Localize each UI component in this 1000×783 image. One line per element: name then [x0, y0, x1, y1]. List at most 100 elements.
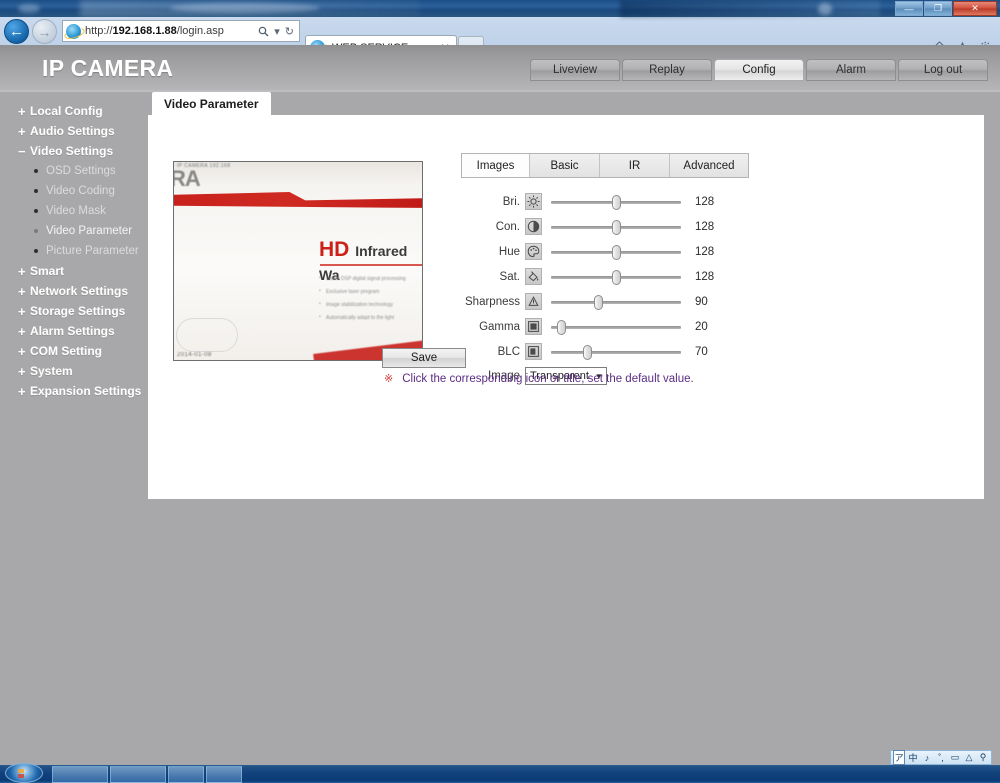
- start-button[interactable]: [5, 763, 43, 783]
- sidebar-group-network-settings[interactable]: + Network Settings: [0, 281, 146, 301]
- slider-row-blc: BLC 70: [461, 339, 841, 364]
- nav-tab-liveview[interactable]: Liveview: [530, 59, 620, 81]
- ime-glyph[interactable]: ▭: [949, 752, 961, 763]
- sidebar-item-video-mask[interactable]: Video Mask: [0, 201, 146, 221]
- poster-rule: [320, 264, 422, 266]
- slider-bri[interactable]: [551, 192, 681, 212]
- nav-tab-log-out[interactable]: Log out: [898, 59, 988, 81]
- plus-icon: +: [18, 263, 26, 279]
- param-tab-advanced[interactable]: Advanced: [670, 154, 748, 177]
- sidebar-group-label: Alarm Settings: [30, 324, 115, 338]
- slider-thumb[interactable]: [612, 269, 621, 285]
- slider-value-sat: 128: [695, 270, 715, 283]
- new-tab-button[interactable]: [458, 36, 484, 45]
- ime-glyph[interactable]: ♪: [921, 753, 933, 763]
- restore-button[interactable]: ❐: [924, 1, 952, 16]
- sidebar-group-audio-settings[interactable]: + Audio Settings: [0, 121, 146, 141]
- sidebar-group-local-config[interactable]: + Local Config: [0, 101, 146, 121]
- slider-gamma[interactable]: [551, 317, 681, 337]
- ime-glyph[interactable]: ˚,: [935, 753, 947, 763]
- sidebar-group-com-setting[interactable]: + COM Setting: [0, 341, 146, 361]
- nav-tab-replay[interactable]: Replay: [622, 59, 712, 81]
- hue-palette-icon[interactable]: [525, 243, 542, 260]
- ime-toolbar[interactable]: ア中 ♪ ˚, ▭ △ ⚲: [890, 750, 992, 765]
- blc-icon[interactable]: [525, 343, 542, 360]
- slider-hue[interactable]: [551, 242, 681, 262]
- refresh-icon[interactable]: ↻: [285, 25, 294, 38]
- sidebar-group-system[interactable]: + System: [0, 361, 146, 381]
- gamma-icon[interactable]: [525, 318, 542, 335]
- slider-label-hue[interactable]: Hue: [461, 246, 525, 258]
- sidebar-item-osd-settings[interactable]: OSD Settings: [0, 161, 146, 181]
- sidebar-group-label: System: [30, 364, 73, 378]
- sidebar-group-label: Audio Settings: [30, 124, 115, 138]
- taskbar-item[interactable]: [52, 766, 108, 783]
- sidebar-group-video-settings[interactable]: − Video Settings: [0, 141, 146, 161]
- forward-button[interactable]: →: [32, 19, 57, 44]
- video-preview[interactable]: RA 11 HD Infrared Wa Latest DSP digital …: [173, 161, 423, 361]
- ime-glyph[interactable]: ⚲: [977, 752, 989, 763]
- browser-tab-web-service[interactable]: WEB SERVICE ✕: [305, 35, 457, 45]
- sidebar-group-alarm-settings[interactable]: + Alarm Settings: [0, 321, 146, 341]
- sidebar-item-picture-parameter[interactable]: Picture Parameter: [0, 241, 146, 261]
- slider-blc[interactable]: [551, 342, 681, 362]
- slider-thumb[interactable]: [612, 244, 621, 260]
- close-button[interactable]: ✕: [953, 1, 997, 16]
- slider-value-gamma: 20: [695, 320, 708, 333]
- back-button[interactable]: ←: [4, 19, 29, 44]
- poster-bullet: Image stabilization technology: [319, 301, 422, 308]
- slider-label-sat[interactable]: Sat.: [461, 271, 525, 283]
- taskbar-item[interactable]: [110, 766, 166, 783]
- slider-con[interactable]: [551, 217, 681, 237]
- taskbar-item[interactable]: [206, 766, 242, 783]
- slider-label-gamma[interactable]: Gamma: [461, 321, 525, 333]
- ime-glyph[interactable]: △: [963, 752, 975, 763]
- ime-glyph[interactable]: ア: [893, 750, 905, 765]
- sidebar-group-label: Network Settings: [30, 284, 129, 298]
- nav-tab-alarm[interactable]: Alarm: [806, 59, 896, 81]
- sidebar-group-smart[interactable]: + Smart: [0, 261, 146, 281]
- minimize-button[interactable]: —: [895, 1, 923, 16]
- sidebar-group-label: Expansion Settings: [30, 384, 142, 398]
- slider-thumb[interactable]: [583, 344, 593, 360]
- sidebar-group-expansion-settings[interactable]: + Expansion Settings: [0, 381, 146, 401]
- slider-sharpness[interactable]: [551, 292, 681, 312]
- taskbar-item[interactable]: [168, 766, 204, 783]
- save-button[interactable]: Save: [382, 348, 466, 368]
- slider-thumb[interactable]: [593, 294, 603, 310]
- sidebar-group-label: Smart: [30, 264, 65, 278]
- saturation-bucket-icon[interactable]: [525, 268, 542, 285]
- ime-glyph[interactable]: 中: [907, 751, 919, 764]
- nav-tab-config[interactable]: Config: [714, 59, 804, 81]
- brightness-sun-icon[interactable]: [525, 193, 542, 210]
- sidebar-item-video-parameter[interactable]: Video Parameter: [0, 221, 146, 241]
- address-bar[interactable]: http://192.168.1.88/login.asp ▾ ↻: [62, 20, 300, 42]
- slider-label-bri[interactable]: Bri.: [461, 196, 525, 208]
- tab-video-parameter[interactable]: Video Parameter: [152, 92, 271, 115]
- param-tab-ir[interactable]: IR: [600, 154, 670, 177]
- slider-thumb[interactable]: [557, 319, 567, 335]
- slider-label-con[interactable]: Con.: [461, 221, 525, 233]
- slider-track: [551, 350, 681, 354]
- app-header: IP CAMERA Liveview Replay Config Alarm Log o…: [0, 45, 1000, 92]
- sidebar-item-video-coding[interactable]: Video Coding: [0, 181, 146, 201]
- plus-icon: +: [18, 323, 26, 339]
- sidebar-group-storage-settings[interactable]: + Storage Settings: [0, 301, 146, 321]
- chevron-down-icon[interactable]: ▾: [274, 25, 280, 38]
- bullet-icon: [34, 169, 38, 173]
- sidebar: + Local Config + Audio Settings − Video Setti…: [0, 92, 146, 401]
- slider-sat[interactable]: [551, 267, 681, 287]
- slider-thumb[interactable]: [612, 219, 621, 235]
- address-url: http://192.168.1.88/login.asp: [85, 25, 224, 37]
- slider-label-sharpness[interactable]: Sharpness: [461, 296, 525, 308]
- sharpness-icon[interactable]: [525, 293, 542, 310]
- search-icon[interactable]: [258, 26, 269, 37]
- browser-navigation-row: ← → http://192.168.1.88/login.asp ▾ ↻ WE…: [0, 17, 1000, 45]
- contrast-icon[interactable]: [525, 218, 542, 235]
- param-tab-images[interactable]: Images: [462, 154, 530, 177]
- slider-thumb[interactable]: [612, 194, 621, 210]
- poster-cable-shape: [176, 318, 238, 352]
- slider-label-blc[interactable]: BLC: [461, 346, 525, 358]
- window-titlebar: [0, 0, 1000, 17]
- param-tab-basic[interactable]: Basic: [530, 154, 600, 177]
